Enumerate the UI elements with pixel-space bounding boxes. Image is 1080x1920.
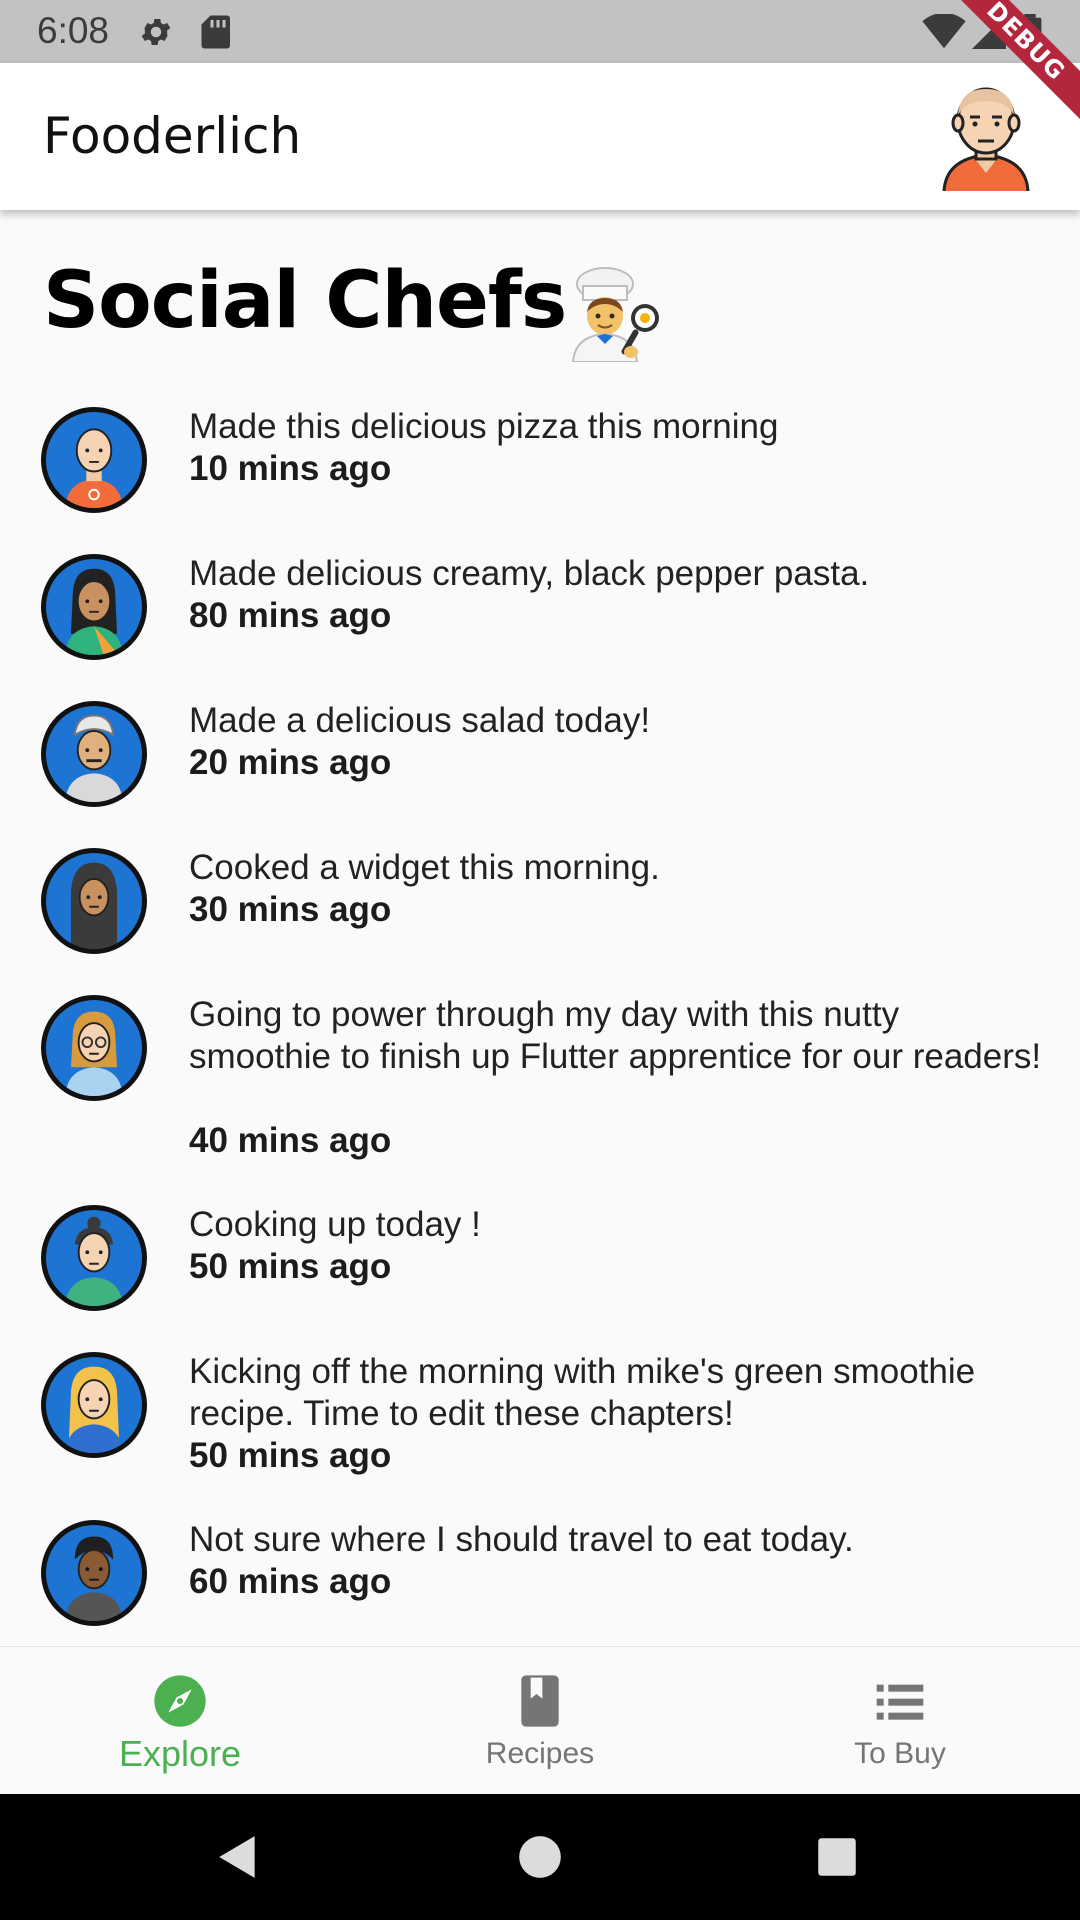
chef-avatar bbox=[41, 1352, 147, 1458]
feed-message: Made this delicious pizza this morning bbox=[189, 407, 779, 446]
chef-emoji-icon bbox=[571, 267, 659, 362]
wifi-icon bbox=[922, 14, 966, 49]
feed-message: Kicking off the morning with mike's gree… bbox=[189, 1352, 976, 1433]
feed-time: 30 mins ago bbox=[189, 890, 392, 929]
feed-message: Cooking up today ! bbox=[189, 1205, 481, 1244]
feed-message: Made delicious creamy, black pepper past… bbox=[189, 554, 870, 593]
sd-card-icon bbox=[201, 15, 230, 49]
bottom-navigation: Explore Recipes To Buy bbox=[0, 1646, 1080, 1794]
chef-avatar bbox=[41, 848, 147, 954]
feed-time: 60 mins ago bbox=[189, 1562, 392, 1601]
chef-avatar bbox=[41, 1205, 147, 1311]
feed-message: Going to power through my day with this … bbox=[189, 995, 1042, 1076]
feed-time: 50 mins ago bbox=[189, 1247, 392, 1286]
chef-avatar bbox=[41, 995, 147, 1101]
home-icon[interactable] bbox=[515, 1832, 565, 1882]
feed-time: 40 mins ago bbox=[189, 1121, 392, 1160]
feed-message: Made a delicious salad today! bbox=[189, 701, 651, 740]
compass-icon bbox=[154, 1675, 206, 1727]
feed-time: 20 mins ago bbox=[189, 743, 392, 782]
nav-explore[interactable]: Explore bbox=[0, 1647, 360, 1795]
list-icon bbox=[876, 1684, 924, 1720]
chef-avatar bbox=[41, 407, 147, 513]
back-icon[interactable] bbox=[213, 1832, 263, 1882]
chef-avatar bbox=[41, 701, 147, 807]
page-title: Social Chefs bbox=[43, 256, 567, 346]
profile-avatar[interactable] bbox=[936, 81, 1036, 191]
nav-label: Explore bbox=[118, 1733, 242, 1774]
nav-to-buy[interactable]: To Buy bbox=[720, 1647, 1080, 1795]
status-bar: 6:08 bbox=[0, 0, 1080, 63]
feed-message: Not sure where I should travel to eat to… bbox=[189, 1520, 854, 1559]
nav-label: Recipes bbox=[485, 1737, 595, 1770]
feed-message: Cooked a widget this morning. bbox=[189, 848, 660, 887]
status-time: 6:08 bbox=[37, 10, 110, 51]
nav-label: To Buy bbox=[854, 1737, 946, 1770]
settings-icon bbox=[141, 18, 171, 46]
chef-avatar bbox=[41, 554, 147, 660]
nav-recipes[interactable]: Recipes bbox=[360, 1647, 720, 1795]
app-bar: Fooderlich bbox=[0, 63, 1080, 210]
book-icon bbox=[521, 1675, 559, 1727]
chef-avatar bbox=[41, 1520, 147, 1626]
feed-time: 10 mins ago bbox=[189, 449, 392, 488]
recents-icon[interactable] bbox=[812, 1832, 862, 1882]
system-navigation-bar bbox=[0, 1794, 1080, 1920]
app-title: Fooderlich bbox=[43, 107, 302, 165]
feed-time: 80 mins ago bbox=[189, 596, 392, 635]
feed-time: 50 mins ago bbox=[189, 1436, 392, 1475]
